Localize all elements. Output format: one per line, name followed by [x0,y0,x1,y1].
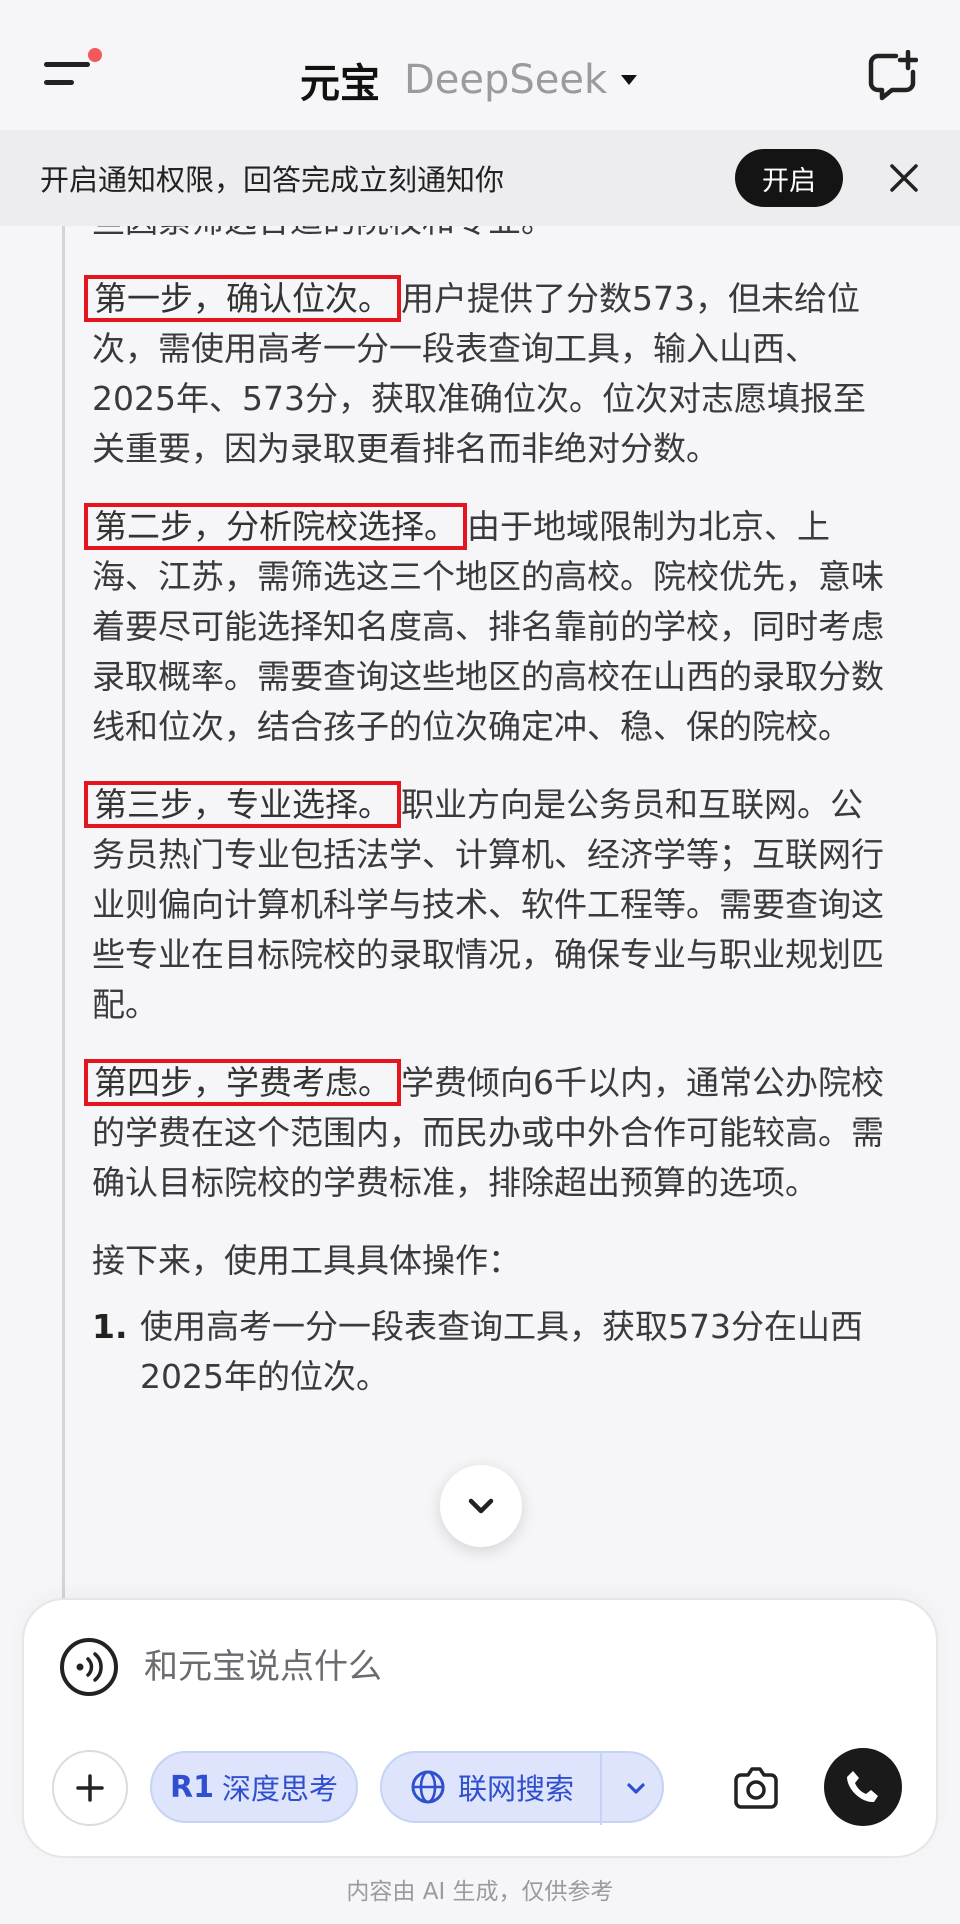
step-paragraph: 第三步，专业选择。 职业方向是公务员和互联网。公务员热门专业包括法学、计算机、经济… [84,780,892,1030]
chip-divider [600,1753,602,1825]
web-search-label: 联网搜索 [458,1772,575,1806]
banner-text: 开启通知权限，回答完成立刻通知你 [40,163,505,197]
thinking-content: 些因素筛选合适的院校和专业。 第一步，确认位次。用户提供了分数573，但未给位次… [84,196,892,1402]
step-paragraph: 第四步，学费考虑。 学费倾向6千以内，通常公办院校的学费在这个范围内，而民办或中外… [84,1058,892,1208]
close-banner-button[interactable] [884,158,924,198]
menu-button[interactable] [44,48,104,98]
top-bar: 元宝 DeepSeek [0,0,960,130]
chevron-down-icon [468,1498,494,1514]
plus-icon [76,1774,104,1802]
list-text: 使用高考一分一段表查询工具，获取573分在山西2025年的位次。 [140,1307,863,1396]
notification-banner: 开启通知权限，回答完成立刻通知你 开启 [0,130,960,226]
web-search-toggle[interactable]: 联网搜索 [380,1751,664,1825]
camera-button[interactable] [732,1766,780,1810]
step-paragraph: 第一步，确认位次。 用户提供了分数573，但未给位次，需使用高考一分一段表查询工具… [84,274,892,474]
deep-think-label: 深度思考 [221,1772,338,1806]
step-label-highlight: 第一步，确认位次。 [84,275,401,322]
deep-think-toggle[interactable]: R1 深度思考 [150,1751,358,1823]
ai-disclaimer: 内容由 AI 生成，仅供参考 [346,1879,614,1905]
add-attachment-button[interactable] [52,1750,128,1826]
voice-wave-icon [60,1638,118,1696]
model-switcher[interactable]: 元宝 DeepSeek [300,50,638,110]
voice-call-button[interactable] [824,1748,902,1826]
menu-icon-bar [44,80,74,85]
notification-dot [88,48,102,62]
message-composer: R1 深度思考 联网搜索 [24,1600,936,1856]
model-name: DeepSeek [404,57,608,103]
close-icon [890,164,918,192]
r1-badge: R1 [170,1769,214,1805]
new-chat-button[interactable] [866,49,919,102]
step-label-highlight: 第三步，专业选择。 [84,781,401,828]
voice-input-button[interactable] [58,1636,120,1698]
message-input[interactable] [144,1636,844,1698]
app-title: 元宝 [300,61,380,107]
chevron-down-icon[interactable] [622,1775,650,1803]
next-steps-heading: 接下来，使用工具具体操作： [92,1241,521,1280]
enable-notification-button[interactable]: 开启 [735,149,843,207]
menu-icon [44,62,90,67]
phone-icon [847,1771,878,1803]
globe-icon [411,1770,445,1804]
new-chat-icon [868,49,919,101]
step-label-highlight: 第四步，学费考虑。 [84,1059,401,1106]
caret-down-icon [621,75,638,85]
camera-icon [734,1767,778,1809]
step-paragraph: 第二步，分析院校选择。 由于地域限制为北京、上海、江苏，需筛选这三个地区的高校。院… [84,502,892,752]
scroll-to-bottom-button[interactable] [440,1465,522,1547]
list-item: 1. 使用高考一分一段表查询工具，获取573分在山西2025年的位次。 [92,1302,892,1402]
step-label-highlight: 第二步，分析院校选择。 [84,503,467,550]
list-number: 1. [92,1307,128,1346]
thinking-quote-line [62,226,65,1606]
